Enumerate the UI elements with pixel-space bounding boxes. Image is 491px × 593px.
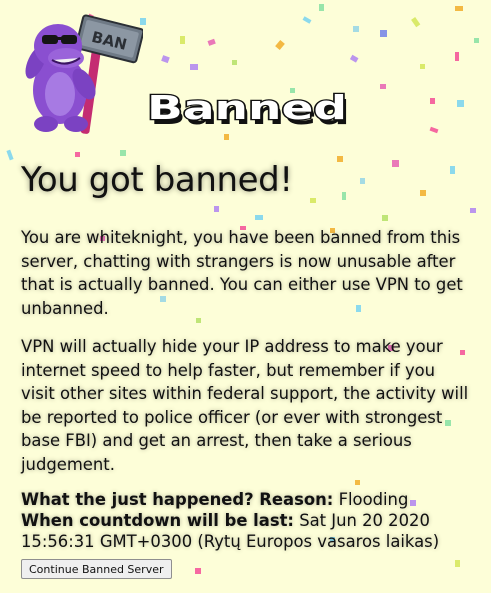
countdown-label: When countdown will be last: [21,511,294,530]
reason-label: What the just happened? Reason: [21,490,334,509]
banned-logo: Banned Banned [146,87,350,130]
mascot-image: BAN [25,14,143,134]
reason-line: What the just happened? Reason: Flooding [21,489,481,510]
continue-banned-server-button[interactable]: Continue Banned Server [21,559,172,579]
countdown-line: When countdown will be last: Sat Jun 20 … [21,510,481,552]
vpn-warning-paragraph: VPN will actually hide your IP address t… [21,337,469,474]
svg-text:Banned: Banned [147,88,347,127]
reason-value: Flooding [338,490,409,509]
ban-details: What the just happened? Reason: Flooding… [21,489,481,552]
page-title: You got banned! [21,160,293,200]
ban-message-paragraph: You are whiteknight, you have been banne… [21,228,463,318]
